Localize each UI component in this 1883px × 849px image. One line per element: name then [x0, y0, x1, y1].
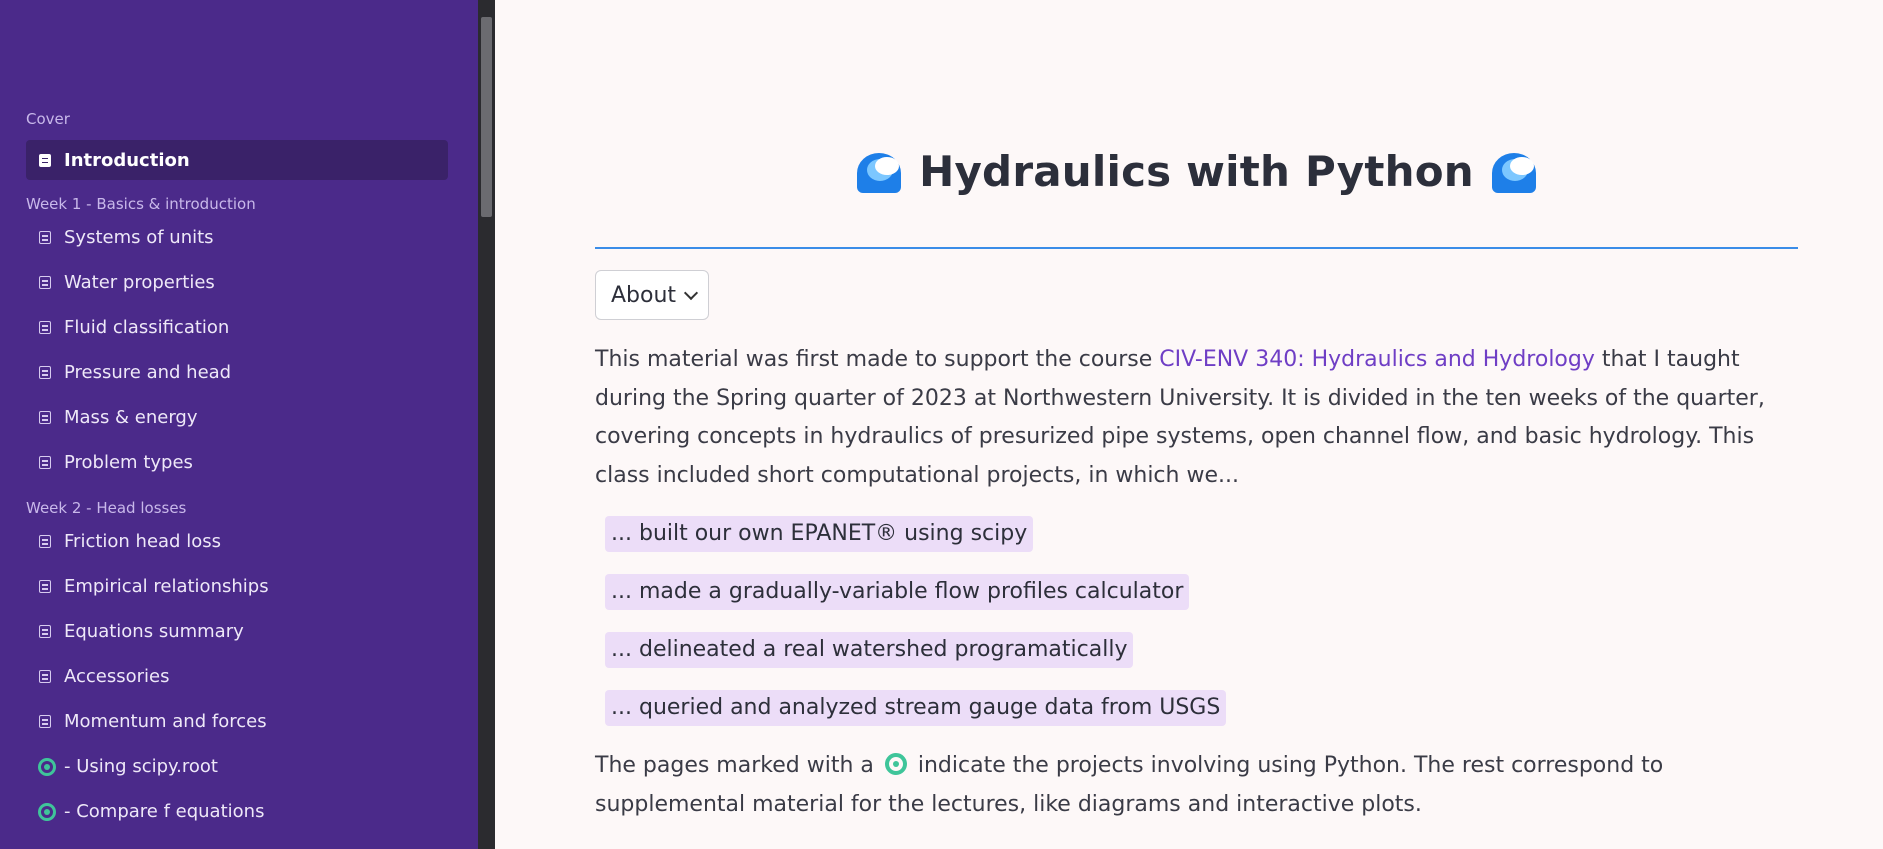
page-icon — [39, 580, 51, 593]
sidebar-scrollbar[interactable] — [478, 0, 495, 849]
sidebar-item-friction-head-loss[interactable]: Friction head loss — [26, 519, 448, 564]
python-project-icon — [38, 757, 56, 776]
page-icon — [39, 276, 51, 289]
python-project-icon — [38, 802, 56, 821]
sidebar-item-mass-energy[interactable]: Mass & energy — [26, 395, 448, 440]
course-link[interactable]: CIV-ENV 340: Hydraulics and Hydrology — [1159, 347, 1595, 372]
project-chip-epanet: ... built our own EPANET® using scipy — [605, 516, 1034, 552]
sidebar: Cover Introduction Week 1 - Basics & int… — [0, 0, 478, 849]
page-icon — [39, 670, 51, 683]
about-dropdown-button[interactable]: About — [595, 270, 709, 320]
project-chip-gvf-calculator: ... made a gradually-variable flow profi… — [605, 574, 1190, 610]
page-icon — [39, 366, 51, 379]
intro-text-before: This material was first made to support … — [595, 347, 1160, 372]
page-icon — [39, 715, 51, 728]
sidebar-item-label: Friction head loss — [64, 531, 221, 552]
sidebar-item-label: Systems of units — [64, 227, 214, 248]
sidebar-item-label: Pressure and head — [64, 362, 232, 383]
sidebar-item-label: Momentum and forces — [64, 711, 267, 732]
sidebar-item-label: - Compare f equations — [64, 801, 265, 822]
wave-icon — [857, 149, 902, 193]
python-project-icon — [884, 753, 907, 775]
sidebar-item-compare-f-equations[interactable]: - Compare f equations — [26, 789, 448, 834]
page-icon — [39, 231, 51, 244]
intro-paragraph: This material was first made to support … — [595, 341, 1798, 495]
page-title: Hydraulics with Python — [919, 146, 1474, 196]
sidebar-item-label: - Using scipy.root — [64, 756, 218, 777]
footer-text-before: The pages marked with a — [595, 753, 881, 778]
sidebar-item-label: Mass & energy — [64, 407, 198, 428]
sidebar-item-systems-of-units[interactable]: Systems of units — [26, 215, 448, 260]
sidebar-item-equations-summary[interactable]: Equations summary — [26, 609, 448, 654]
section-title-week-1: Week 1 - Basics & introduction — [26, 195, 256, 213]
sidebar-scrollbar-thumb[interactable] — [481, 17, 492, 217]
sidebar-item-label: Fluid classification — [64, 317, 230, 338]
page-icon — [39, 411, 51, 424]
sidebar-item-accessories[interactable]: Accessories — [26, 654, 448, 699]
section-title-week-2: Week 2 - Head losses — [26, 499, 187, 517]
sidebar-item-using-scipy-root[interactable]: - Using scipy.root — [26, 744, 448, 789]
sidebar-nav: Cover Introduction Week 1 - Basics & int… — [26, 108, 448, 834]
sidebar-item-introduction[interactable]: Introduction — [26, 140, 448, 180]
sidebar-item-label: Introduction — [64, 149, 190, 171]
project-chip-watershed: ... delineated a real watershed programa… — [605, 632, 1134, 668]
title-divider — [595, 247, 1798, 249]
sidebar-item-label: Empirical relationships — [64, 576, 269, 597]
page-icon — [39, 625, 51, 638]
wave-icon — [1491, 149, 1536, 193]
page-icon — [39, 456, 51, 469]
sidebar-item-water-properties[interactable]: Water properties — [26, 260, 448, 305]
sidebar-item-empirical-relationships[interactable]: Empirical relationships — [26, 564, 448, 609]
project-chip-usgs: ... queried and analyzed stream gauge da… — [605, 690, 1227, 726]
page-icon — [39, 535, 51, 548]
sidebar-item-pressure-and-head[interactable]: Pressure and head — [26, 350, 448, 395]
chevron-down-icon — [683, 285, 699, 301]
sidebar-item-momentum-and-forces[interactable]: Momentum and forces — [26, 699, 448, 744]
about-label: About — [611, 282, 677, 308]
sidebar-item-label: Equations summary — [64, 621, 244, 642]
book-icon — [39, 153, 51, 167]
sidebar-item-label: Water properties — [64, 272, 215, 293]
sidebar-item-label: Problem types — [64, 452, 193, 473]
page-title-row: Hydraulics with Python — [595, 140, 1798, 202]
sidebar-item-fluid-classification[interactable]: Fluid classification — [26, 305, 448, 350]
section-title-cover: Cover — [26, 110, 70, 128]
sidebar-item-label: Accessories — [64, 666, 170, 687]
footer-paragraph: The pages marked with a indicate the pro… — [595, 747, 1798, 824]
sidebar-item-problem-types[interactable]: Problem types — [26, 440, 448, 485]
page-icon — [39, 321, 51, 334]
